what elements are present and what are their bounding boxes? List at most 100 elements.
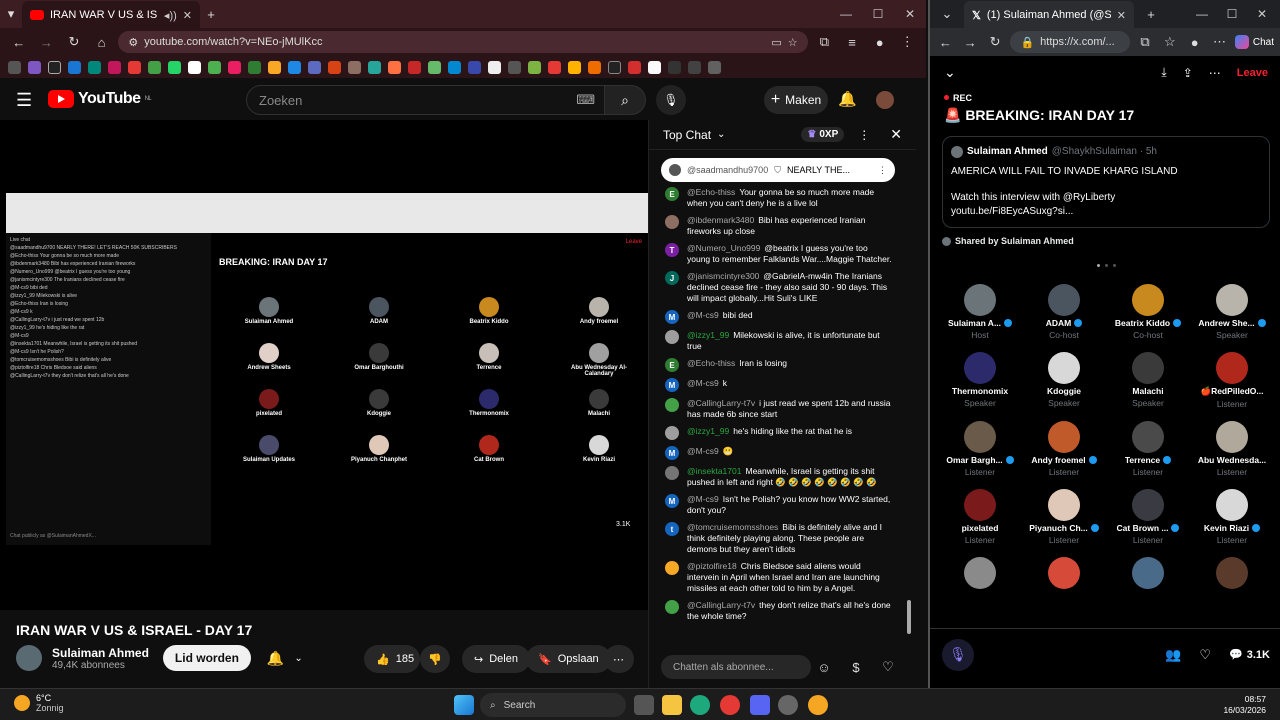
task-view-icon[interactable] — [634, 695, 654, 715]
microphone-icon[interactable]: 🎙 — [942, 638, 974, 671]
forward-icon[interactable]: → — [961, 31, 980, 53]
chrome-icon[interactable] — [720, 695, 740, 715]
chat-message[interactable]: t @tomcruisemomsshoes Bibi is definitely a… — [649, 519, 909, 558]
chat-message[interactable]: M @M-cs9 k — [649, 375, 909, 395]
avatar[interactable] — [876, 91, 894, 109]
space-participant[interactable]: 🍎RedPilledO... Listener — [1190, 352, 1274, 409]
bookmark-icon[interactable] — [448, 60, 461, 74]
hamburger-menu-icon[interactable]: ☰ — [16, 90, 32, 111]
bookmark-icon[interactable] — [268, 60, 281, 74]
maximize-icon[interactable]: ☐ — [862, 0, 894, 28]
space-participant[interactable] — [1022, 557, 1106, 593]
chat-avatar[interactable] — [665, 561, 679, 575]
tab-x[interactable]: 𝕏 (1) Sulaiman Ahmed (@ShaykhSul... ✕ — [964, 1, 1134, 29]
url-field[interactable]: 🔒 https://x.com/... — [1010, 31, 1130, 53]
tab-youtube[interactable]: IRAN WAR V US & ISRAEL - DAY 17 ◂)) ✕ — [22, 1, 200, 29]
chat-avatar[interactable]: T — [665, 243, 679, 257]
site-info-icon[interactable]: ⚙ — [128, 36, 138, 49]
youtube-logo[interactable]: YouTube NL — [48, 90, 152, 108]
file-explorer-icon[interactable] — [662, 695, 682, 715]
chat-message[interactable]: M @M-cs9 bibi ded — [649, 307, 909, 327]
bookmark-icon[interactable] — [108, 60, 121, 74]
cast-icon[interactable]: ▭ — [771, 36, 781, 49]
bookmark-icon[interactable] — [568, 60, 581, 74]
bookmark-icon[interactable] — [228, 60, 241, 74]
keyboard-icon[interactable]: ⌨ — [576, 92, 595, 108]
space-participant[interactable]: Andrew She... Speaker — [1190, 284, 1274, 340]
chat-author[interactable]: @CallingLarry-t7v — [687, 600, 755, 610]
tab-close-icon[interactable]: ✕ — [183, 9, 192, 22]
comments-button[interactable]: 💬 3.1K — [1229, 648, 1270, 662]
chat-scrollbar[interactable] — [906, 154, 912, 654]
chat-avatar[interactable]: M — [665, 378, 679, 392]
chat-avatar[interactable] — [665, 330, 679, 344]
bookmark-icon[interactable] — [508, 60, 521, 74]
mute-icon[interactable]: ◂)) — [164, 9, 177, 22]
bookmark-icon[interactable] — [248, 60, 261, 74]
space-participant[interactable]: Omar Bargh... Listener — [938, 421, 1022, 477]
chat-mode-selector[interactable]: Top Chat — [663, 128, 711, 142]
back-icon[interactable]: ← — [936, 31, 955, 53]
chat-avatar[interactable] — [665, 215, 679, 229]
home-icon[interactable]: ⌂ — [91, 31, 113, 53]
minimize-space-icon[interactable]: ⤓ — [1161, 65, 1166, 80]
bookmark-icon[interactable] — [488, 60, 501, 74]
chat-author[interactable]: @M-cs9 — [687, 446, 719, 456]
copilot-chat-button[interactable]: Chat — [1234, 35, 1274, 49]
edge-icon[interactable] — [690, 695, 710, 715]
space-participant[interactable]: pixelated Listener — [938, 489, 1022, 545]
menu-icon[interactable]: ⋮ — [896, 31, 918, 53]
chat-message[interactable]: T @Numero_Uno999 @beatrix I guess you're t… — [649, 240, 909, 268]
chat-author[interactable]: @izzy1_99 — [687, 426, 729, 436]
chat-author[interactable]: @izzy1_99 — [687, 330, 729, 340]
bookmark-icon[interactable] — [288, 60, 301, 74]
super-chat-icon[interactable]: $ — [847, 658, 865, 676]
emoji-icon[interactable]: ☺ — [815, 658, 833, 676]
chat-avatar[interactable] — [665, 398, 679, 412]
profile-icon[interactable]: ● — [869, 31, 891, 53]
favorite-icon[interactable]: ☆ — [1160, 31, 1179, 53]
space-participant[interactable]: Andy froemel Listener — [1022, 421, 1106, 477]
bookmark-icon[interactable] — [148, 60, 161, 74]
people-icon[interactable]: 👥 — [1165, 647, 1181, 663]
bookmark-icon[interactable] — [708, 60, 721, 74]
chat-author[interactable]: @janismcintyre300 — [687, 271, 759, 281]
create-button[interactable]: + Maken — [764, 86, 828, 114]
maximize-icon[interactable]: ☐ — [1220, 7, 1244, 21]
chat-message[interactable]: @izzy1_99 he's hiding like the rat that h… — [649, 423, 909, 443]
close-window-icon[interactable]: ✕ — [894, 0, 926, 28]
save-button[interactable]: 🔖 Opslaan — [526, 645, 611, 673]
video-player[interactable]: Live chat @saadmandhu9700 NEARLY THERE! L… — [0, 120, 648, 610]
chat-avatar[interactable]: t — [665, 522, 679, 536]
bookmark-star-icon[interactable]: ☆ — [788, 36, 798, 49]
bookmark-icon[interactable] — [348, 60, 361, 74]
chat-author[interactable]: @ibdenmark3480 — [687, 215, 754, 225]
chat-message[interactable]: @CallingLarry-t7v they don't relize that'… — [649, 597, 909, 625]
pinned-menu-icon[interactable]: ⋮ — [878, 165, 887, 176]
whatsapp-icon[interactable] — [168, 60, 181, 74]
bookmark-icon[interactable] — [588, 60, 601, 74]
pinned-message[interactable]: @saadmandhu9700 ⛉ NEARLY THE... ⋮ — [661, 158, 895, 182]
dislike-button[interactable]: 👎 — [420, 645, 450, 673]
bookmark-icon[interactable] — [668, 60, 681, 74]
chat-avatar[interactable] — [665, 600, 679, 614]
bookmark-icon[interactable] — [628, 60, 641, 74]
chat-author[interactable]: @piztolfire18 — [687, 561, 737, 571]
chevron-down-icon[interactable]: ⌄ — [294, 653, 302, 664]
space-participant[interactable]: Abu Wednesda... Listener — [1190, 421, 1274, 477]
back-icon[interactable]: ← — [8, 31, 30, 53]
join-button[interactable]: Lid worden — [162, 645, 251, 671]
tab-list-icon[interactable]: ⌄ — [936, 3, 958, 25]
bookmark-icon[interactable] — [368, 60, 381, 74]
taskbar-search[interactable]: ⌕ Search — [480, 693, 626, 717]
voice-search-button[interactable]: 🎙 — [656, 85, 686, 115]
profile-icon[interactable]: ● — [1185, 31, 1204, 53]
heart-icon[interactable]: ♡ — [879, 658, 897, 676]
bookmark-icon[interactable] — [68, 60, 81, 74]
chat-author[interactable]: @tomcruisemomsshoes — [687, 522, 778, 532]
reload-icon[interactable]: ↻ — [63, 31, 85, 53]
chat-menu-icon[interactable]: ⋮ — [858, 128, 870, 142]
close-window-icon[interactable]: ✕ — [1250, 7, 1274, 21]
bookmark-icon[interactable] — [468, 60, 481, 74]
reload-icon[interactable]: ↻ — [986, 31, 1005, 53]
